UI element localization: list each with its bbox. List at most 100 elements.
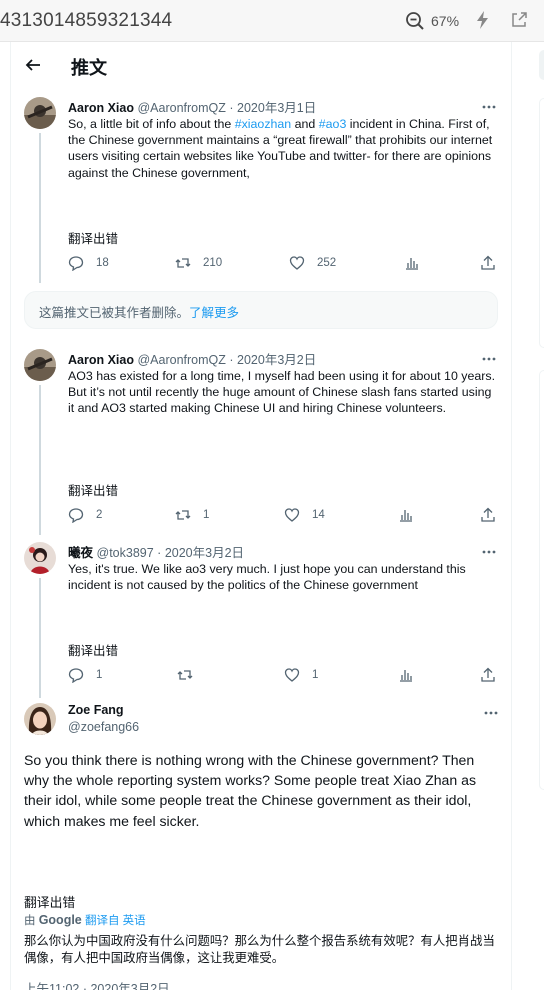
reply-count: 18	[96, 257, 109, 269]
heart-icon	[284, 508, 300, 522]
thread-line	[39, 385, 41, 535]
tweet-item[interactable]: 曦夜 @tok3897 · 2020年3月2日 Yes, it's true. …	[24, 542, 498, 702]
retweet-icon	[175, 258, 191, 268]
thread-line	[39, 133, 41, 283]
tweet-text-segment: So, a little bit of info about the	[68, 117, 235, 131]
author-name[interactable]: Aaron Xiao	[68, 101, 134, 115]
more-options-icon[interactable]	[482, 356, 496, 362]
heart-icon	[289, 256, 305, 270]
analytics-button[interactable]	[398, 666, 414, 684]
author-handle[interactable]: @zoefang66	[68, 720, 139, 734]
author-handle[interactable]: @AaronfromQZ	[137, 101, 225, 115]
avatar[interactable]	[24, 349, 56, 381]
tweet-item[interactable]: Aaron Xiao @AaronfromQZ · 2020年3月2日 AO3 …	[24, 349, 498, 535]
retweet-count: 1	[203, 509, 210, 521]
learn-more-link[interactable]: 了解更多	[189, 306, 239, 320]
reply-button[interactable]: 18	[68, 254, 109, 272]
like-button[interactable]: 252	[289, 254, 336, 272]
share-page-icon[interactable]	[510, 11, 528, 29]
share-button[interactable]	[480, 506, 496, 524]
share-button[interactable]	[480, 666, 496, 684]
author-name[interactable]: Aaron Xiao	[68, 353, 134, 367]
share-icon	[481, 667, 495, 682]
more-options-icon[interactable]	[484, 710, 498, 716]
retweet-button[interactable]	[177, 666, 205, 684]
reply-button[interactable]: 1	[68, 666, 102, 684]
more-options-icon[interactable]	[482, 104, 496, 110]
author-handle[interactable]: @tok3897	[97, 546, 154, 560]
reply-count: 1	[96, 669, 103, 681]
translate-link[interactable]: 翻译出错	[68, 228, 118, 247]
like-button[interactable]: 14	[284, 506, 325, 524]
translate-link[interactable]: 翻译出错	[68, 480, 118, 499]
retweet-button[interactable]: 210	[175, 254, 222, 272]
like-button[interactable]: 1	[284, 666, 318, 684]
like-count: 14	[312, 509, 325, 521]
reply-icon	[68, 508, 84, 523]
by-prefix: 由	[24, 915, 36, 927]
share-button[interactable]	[480, 254, 496, 272]
tweet-text-segment: and	[291, 117, 319, 131]
right-sidebar-search[interactable]	[539, 50, 544, 80]
hashtag-link[interactable]: #ao3	[319, 117, 347, 131]
retweet-icon	[175, 510, 191, 520]
reply-icon	[68, 256, 84, 271]
tweet-date[interactable]: 2020年3月2日	[165, 546, 244, 560]
translate-link[interactable]: 翻译出错	[24, 892, 75, 911]
avatar[interactable]	[24, 542, 56, 574]
analytics-icon	[400, 510, 412, 522]
separator: ·	[229, 353, 234, 367]
tweet-text: AO3 has existed for a long time, I mysel…	[68, 368, 498, 417]
author-handle[interactable]: @AaronfromQZ	[137, 353, 225, 367]
tweet-item[interactable]: Aaron Xiao @AaronfromQZ · 2020年3月1日 So, …	[24, 97, 498, 283]
lightning-icon[interactable]	[474, 10, 492, 30]
tweet-timestamp[interactable]: 上午11:02 · 2020年3月2日	[24, 978, 170, 990]
analytics-button[interactable]	[404, 254, 420, 272]
reply-count: 2	[96, 509, 103, 521]
right-sidebar-panel	[539, 98, 544, 348]
tweet-actions: 18 210 252	[68, 254, 498, 272]
page-title: 推文	[71, 58, 107, 78]
analytics-button[interactable]	[398, 506, 414, 524]
column-border-left	[10, 42, 11, 990]
tweet-actions: 1 1	[68, 666, 498, 684]
author-name[interactable]: 曦夜	[68, 546, 93, 560]
translation-attribution: 由 Google 翻译自 英语	[24, 912, 146, 928]
tweet-date[interactable]: 2020年3月1日	[237, 101, 316, 115]
like-count: 1	[312, 669, 319, 681]
separator: ·	[229, 101, 234, 115]
avatar[interactable]	[24, 703, 56, 735]
zoom-out-icon[interactable]	[405, 11, 425, 31]
tweet-text: So, a little bit of info about the #xiao…	[68, 116, 498, 181]
heart-icon	[284, 668, 300, 682]
separator: ·	[157, 546, 162, 560]
tweet-actions: 2 1 14	[68, 506, 498, 524]
translated-text: 那么你认为中国政府没有什么问题吗？那么为什么整个报告系统有效呢？有人把肖战当偶像…	[24, 934, 495, 965]
share-icon	[481, 255, 495, 270]
deleted-notice-text: 这篇推文已被其作者删除。	[39, 306, 190, 320]
deleted-tweet-notice: 这篇推文已被其作者删除。了解更多	[24, 291, 498, 329]
reply-icon	[68, 668, 84, 683]
analytics-icon	[406, 258, 418, 270]
tweet-text: Yes, it's true. We like ao3 very much. I…	[68, 561, 498, 593]
column-border-right	[511, 42, 512, 990]
tweet-date[interactable]: 2020年3月2日	[237, 353, 316, 367]
zoom-level[interactable]: 67%	[431, 13, 459, 29]
address-bar-url[interactable]: 4313014859321344	[0, 10, 172, 32]
avatar[interactable]	[24, 97, 56, 129]
hashtag-link[interactable]: #xiaozhan	[235, 117, 292, 131]
like-count: 252	[317, 257, 337, 269]
translate-link[interactable]: 翻译出错	[68, 640, 118, 659]
retweet-button[interactable]: 1	[175, 506, 209, 524]
more-options-icon[interactable]	[482, 549, 496, 555]
tweet-text-segment: Yes, it's true. We like ao3 very much. I…	[68, 562, 466, 593]
main-tweet-text: So you think there is nothing wrong with…	[24, 752, 477, 829]
share-icon	[481, 507, 495, 522]
analytics-icon	[400, 670, 412, 682]
google-logo: Google	[38, 913, 82, 927]
right-sidebar-panel	[539, 370, 544, 790]
translated-from-link[interactable]: 翻译自 英语	[85, 915, 146, 927]
reply-button[interactable]: 2	[68, 506, 102, 524]
author-name[interactable]: Zoe Fang	[68, 703, 124, 717]
back-arrow-icon[interactable]	[24, 56, 42, 74]
